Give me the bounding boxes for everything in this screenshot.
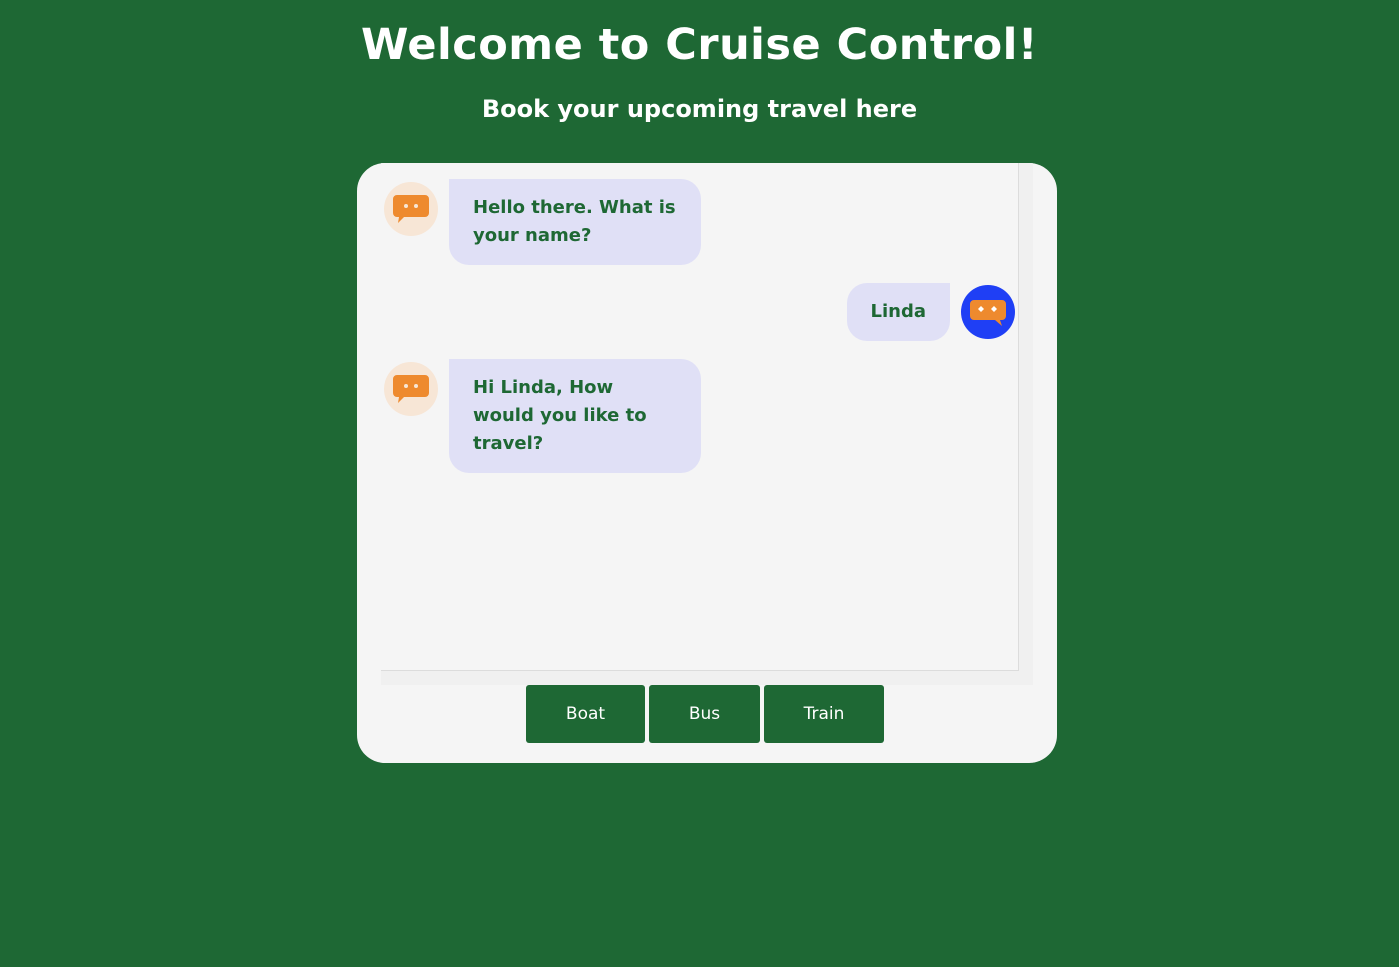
- bot-avatar: [384, 182, 438, 236]
- page-title: Welcome to Cruise Control!: [360, 20, 1039, 70]
- chat-bubble-icon: [970, 300, 1006, 326]
- train-button[interactable]: Train: [764, 685, 884, 743]
- boat-button[interactable]: Boat: [526, 685, 645, 743]
- user-message: Linda: [846, 283, 950, 341]
- bot-avatar: [384, 362, 438, 416]
- bot-message: Hello there. What is your name?: [449, 179, 701, 265]
- chat-bubble-icon: [393, 195, 429, 223]
- chat-card: Hello there. What is your name? Linda Hi…: [357, 163, 1057, 763]
- chat-bubble-icon: [393, 375, 429, 403]
- bot-message: Hi Linda, How would you like to travel?: [449, 359, 701, 473]
- user-avatar: [961, 285, 1015, 339]
- page-subtitle: Book your upcoming travel here: [481, 95, 918, 123]
- chat-messages: Hello there. What is your name? Linda Hi…: [381, 163, 1019, 671]
- chat-scroll-container[interactable]: Hello there. What is your name? Linda Hi…: [381, 163, 1033, 685]
- bus-button[interactable]: Bus: [649, 685, 760, 743]
